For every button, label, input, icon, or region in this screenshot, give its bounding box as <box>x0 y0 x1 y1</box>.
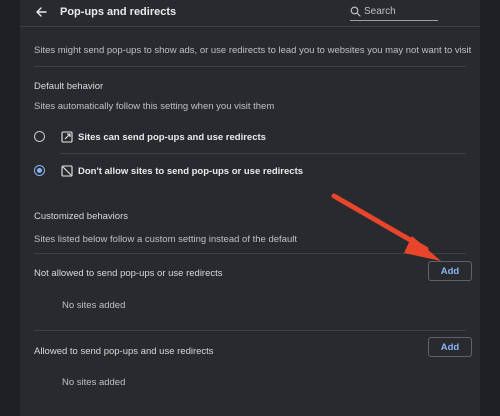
add-allowed-button[interactable]: Add <box>428 337 472 357</box>
not-allowed-empty-text: No sites added <box>62 300 126 311</box>
custom-behaviors-heading: Customized behaviors <box>34 211 128 222</box>
option-allow-label: Sites can send pop-ups and use redirects <box>78 132 266 143</box>
page-description: Sites might send pop-ups to show ads, or… <box>34 45 472 56</box>
back-arrow-icon <box>36 7 47 17</box>
default-behavior-heading: Default behavior <box>34 81 104 92</box>
search-input[interactable] <box>364 4 436 18</box>
option-block-label: Don't allow sites to send pop-ups or use… <box>78 166 304 177</box>
not-allowed-label: Not allowed to send pop-ups or use redir… <box>34 268 223 279</box>
annotation-arrow-icon <box>331 193 441 261</box>
page-title: Pop-ups and redirects <box>60 6 177 18</box>
divider <box>34 66 466 67</box>
divider <box>34 330 466 331</box>
page-header: Pop-ups and redirects <box>20 0 480 27</box>
radio-block[interactable] <box>34 165 45 176</box>
settings-panel: Pop-ups and redirects Sites might send p… <box>20 0 480 416</box>
search-box[interactable] <box>350 4 438 21</box>
popup-blocked-icon <box>61 165 73 177</box>
back-button[interactable] <box>34 5 48 19</box>
radio-allow[interactable] <box>34 131 45 142</box>
divider <box>60 153 466 154</box>
allowed-empty-text: No sites added <box>62 377 126 388</box>
popup-open-icon <box>61 131 73 143</box>
allowed-label: Allowed to send pop-ups and use redirect… <box>34 346 214 357</box>
custom-behaviors-subtext: Sites listed below follow a custom setti… <box>34 234 297 245</box>
default-behavior-subtext: Sites automatically follow this setting … <box>34 101 275 112</box>
search-icon <box>350 6 361 17</box>
